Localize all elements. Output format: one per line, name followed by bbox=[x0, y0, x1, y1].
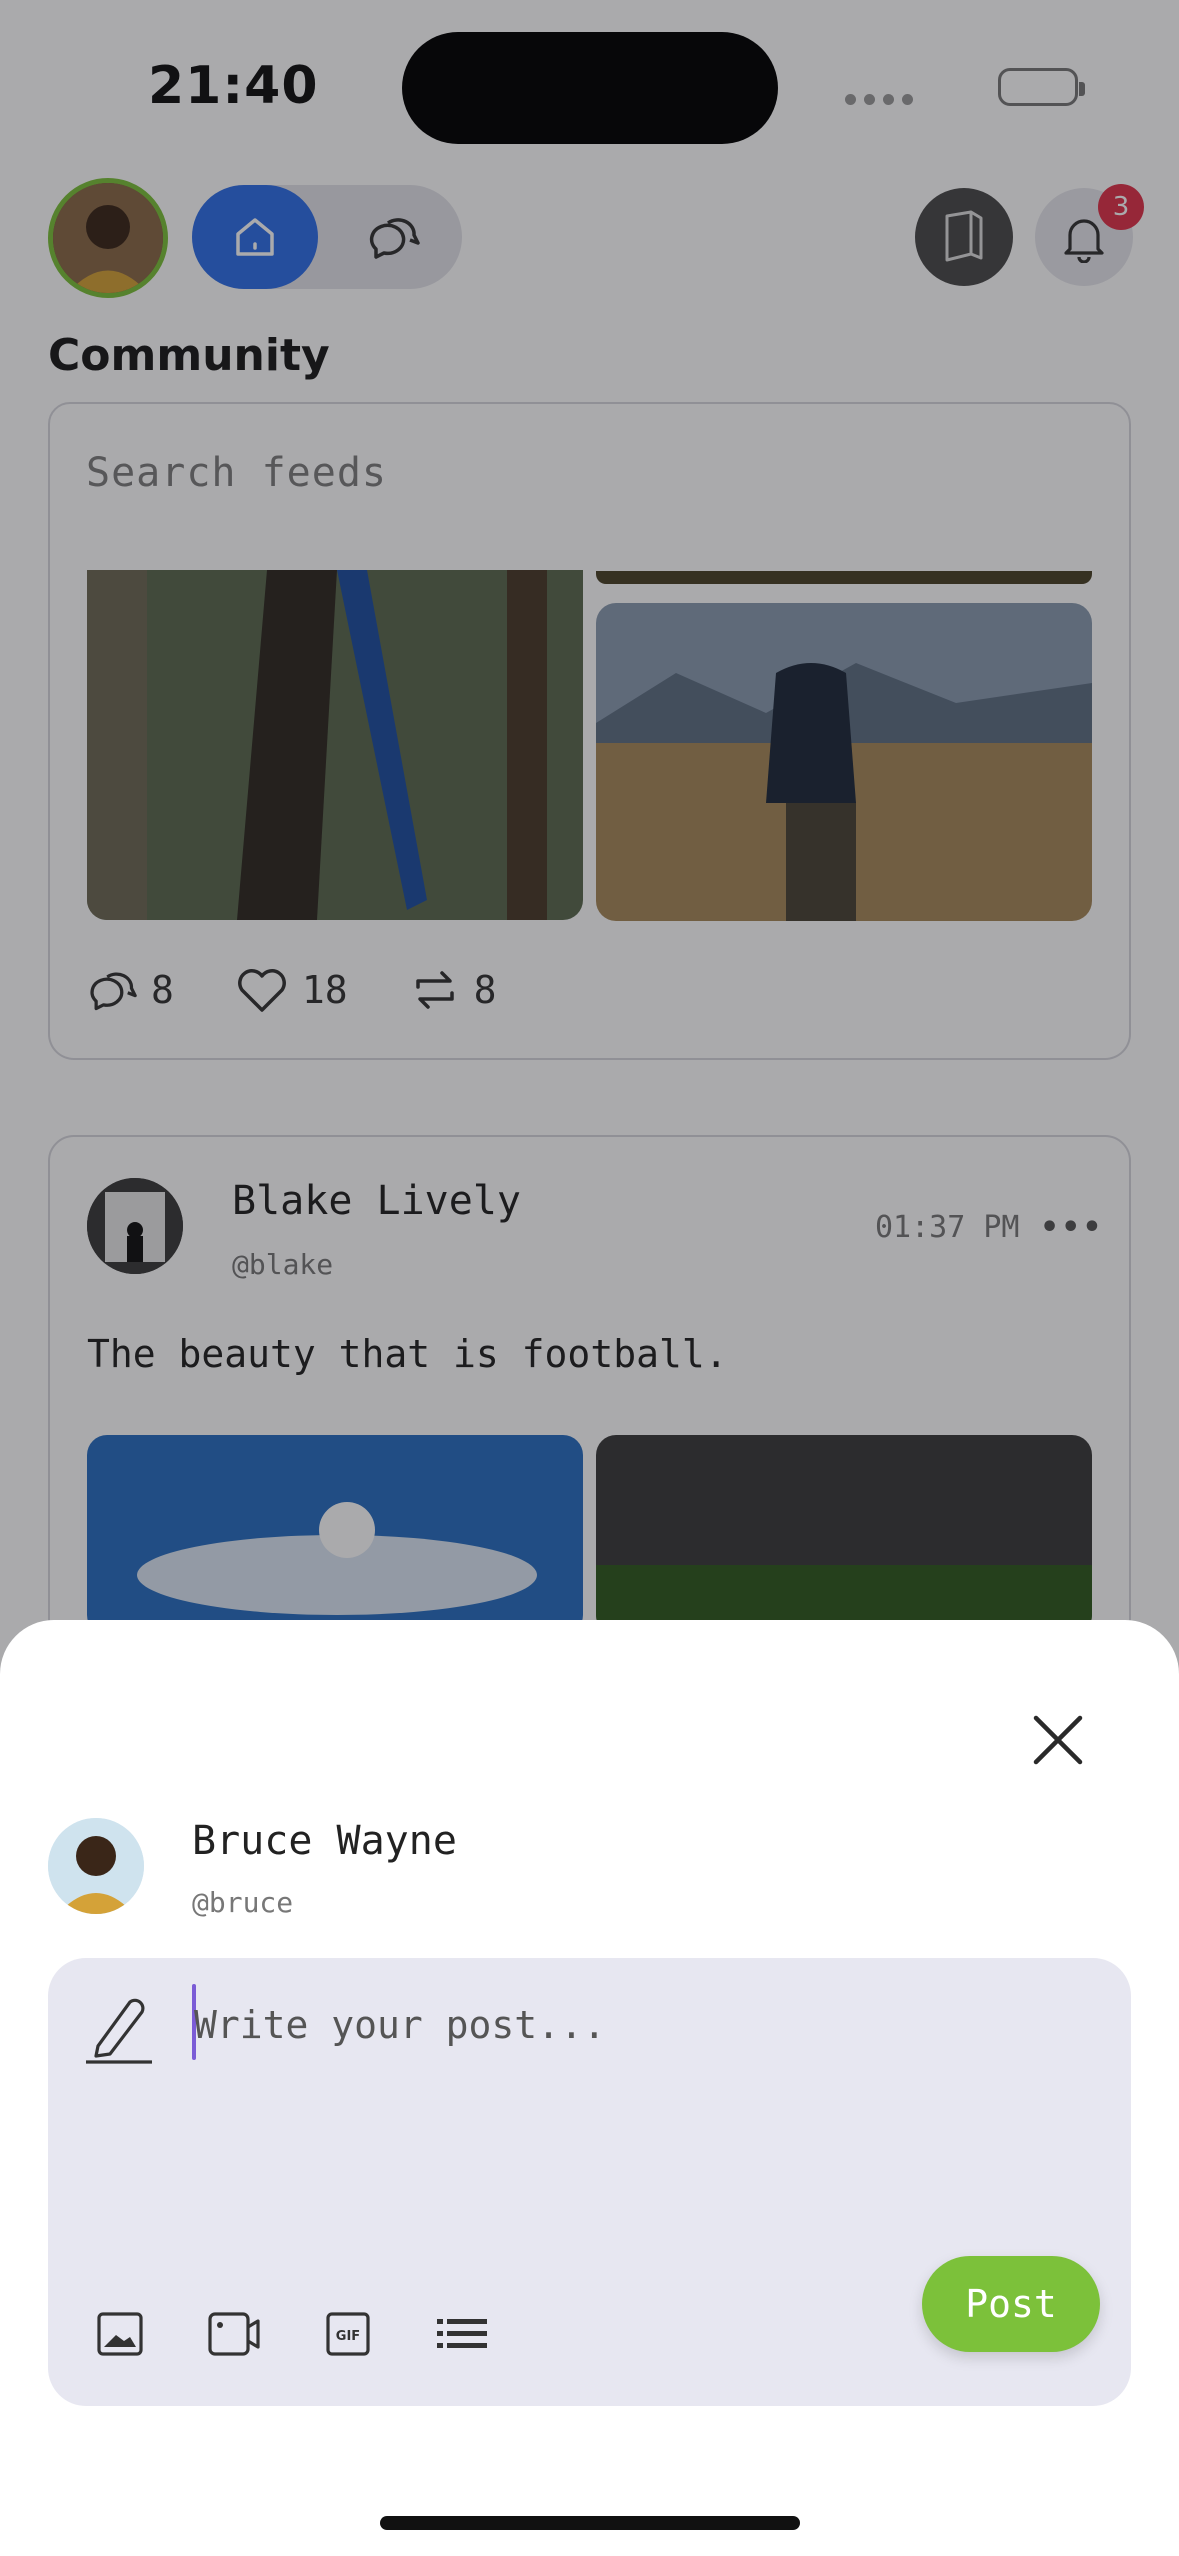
add-gif-button[interactable]: GIF bbox=[320, 2306, 376, 2362]
add-video-button[interactable] bbox=[206, 2306, 262, 2362]
user-avatar bbox=[48, 1818, 144, 1914]
video-icon bbox=[208, 2312, 260, 2356]
user-handle: @bruce bbox=[192, 1886, 294, 1919]
close-icon[interactable] bbox=[1030, 1712, 1086, 1768]
add-poll-button[interactable] bbox=[434, 2306, 490, 2362]
gif-icon: GIF bbox=[326, 2312, 370, 2356]
image-icon bbox=[97, 2312, 143, 2356]
post-text-input[interactable] bbox=[194, 1990, 1044, 2060]
svg-text:GIF: GIF bbox=[336, 2329, 360, 2344]
list-icon bbox=[437, 2319, 487, 2348]
post-button[interactable]: Post bbox=[922, 2256, 1100, 2352]
home-indicator bbox=[380, 2516, 800, 2530]
user-name: Bruce Wayne bbox=[192, 1818, 457, 1864]
add-image-button[interactable] bbox=[92, 2306, 148, 2362]
pencil-icon bbox=[86, 1998, 152, 2064]
